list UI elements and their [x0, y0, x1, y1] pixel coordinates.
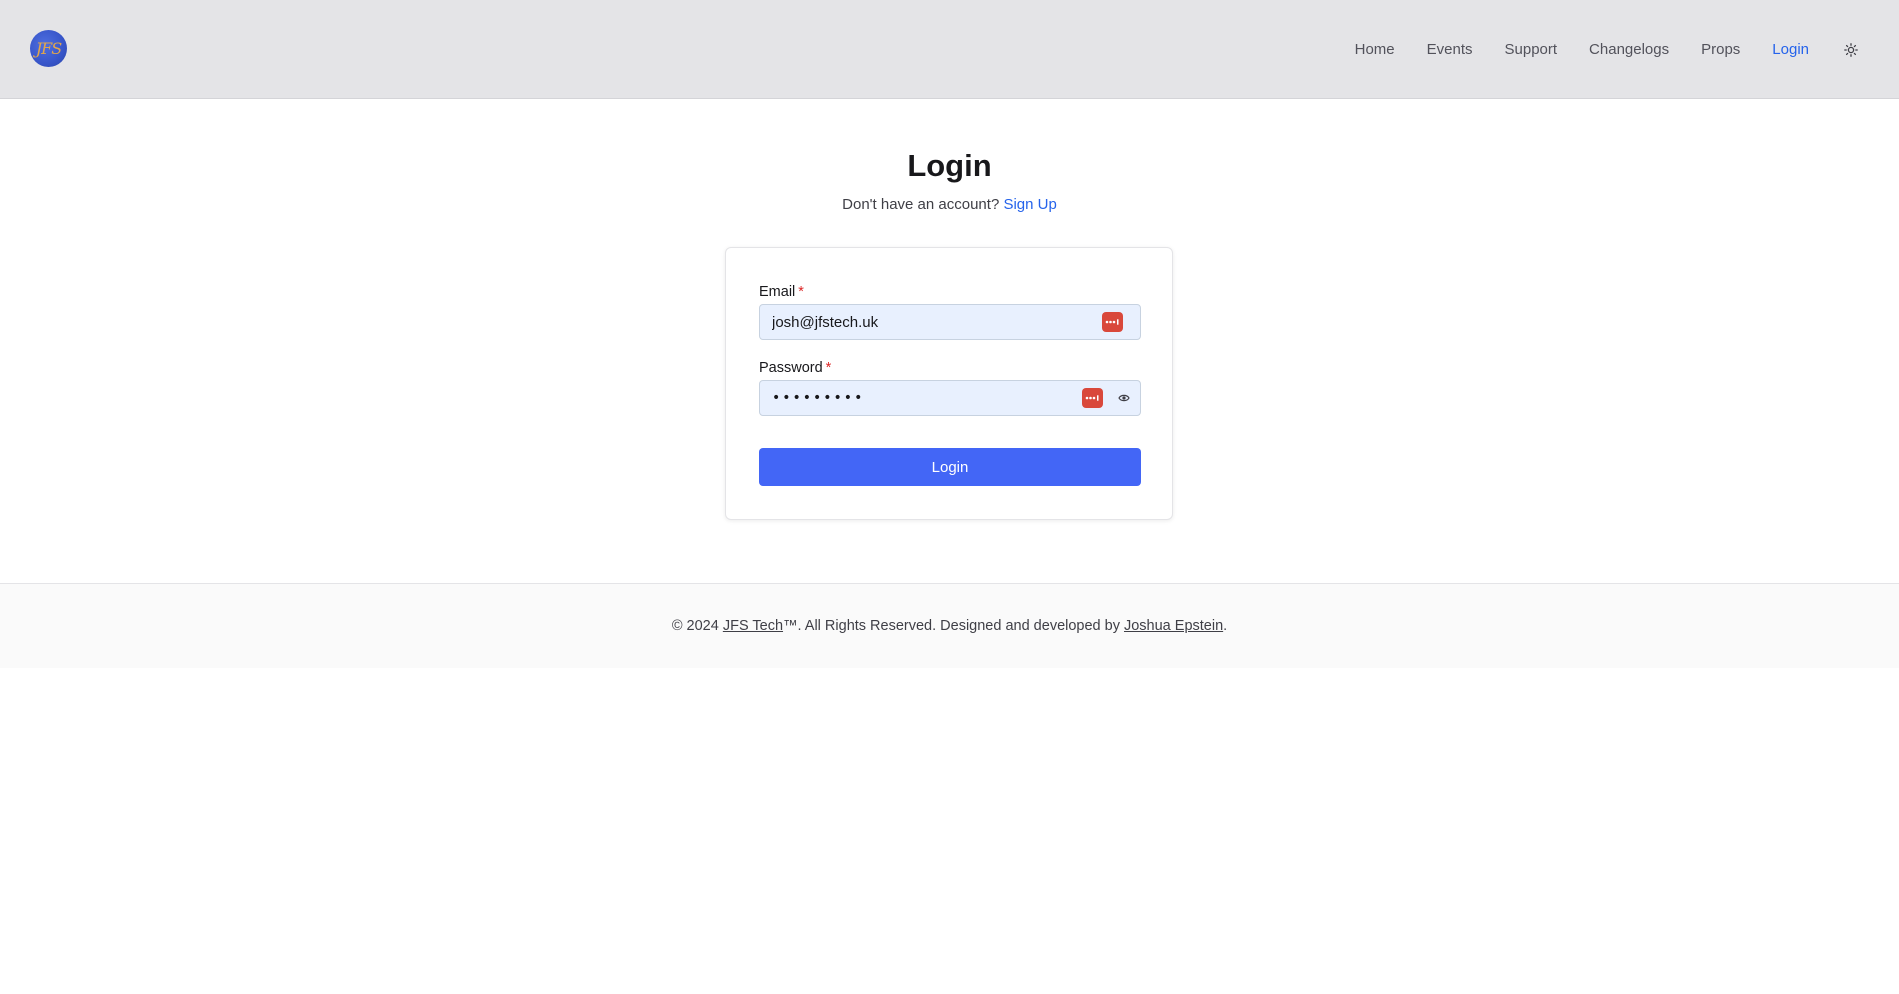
- nav-events[interactable]: Events: [1427, 41, 1473, 58]
- footer-suffix: .: [1223, 618, 1228, 634]
- jfs-logo[interactable]: JFS: [30, 30, 67, 67]
- login-card: Email* Password*: [725, 247, 1173, 520]
- nav-support[interactable]: Support: [1505, 41, 1558, 58]
- email-label-text: Email: [759, 284, 796, 300]
- email-required-marker: *: [798, 284, 804, 300]
- password-manager-icon[interactable]: [1082, 388, 1103, 408]
- email-field[interactable]: [759, 304, 1141, 340]
- nav-home[interactable]: Home: [1355, 41, 1395, 58]
- password-required-marker: *: [825, 360, 832, 376]
- nav-login[interactable]: Login: [1772, 41, 1809, 58]
- site-header: JFS Home Events Support Changelogs Props…: [0, 0, 1899, 99]
- email-label: Email *: [759, 284, 804, 300]
- login-button[interactable]: Login: [759, 448, 1141, 486]
- sun-icon[interactable]: [1843, 42, 1859, 58]
- copyright-text: © 2024: [671, 618, 719, 634]
- page-title: Login: [907, 148, 992, 183]
- password-label: Password *: [759, 360, 831, 376]
- signup-prompt: Don't have an account?: [842, 196, 1000, 213]
- password-label-text: Password: [759, 360, 823, 376]
- site-footer: © 2024 JFS Tech ™. All Rights Reserved. D…: [0, 583, 1899, 668]
- signup-prompt-line: Don't have an account? Sign Up: [0, 196, 1899, 213]
- signup-link[interactable]: Sign Up: [1003, 196, 1056, 213]
- main-nav: Home Events Support Changelogs Props Log…: [1323, 0, 1859, 99]
- logo-text: JFS: [35, 39, 63, 58]
- company-link[interactable]: JFS Tech: [723, 618, 783, 634]
- footer-rights-text: ™. All Rights Reserved. Designed and dev…: [783, 618, 1120, 634]
- eye-icon[interactable]: [1117, 391, 1131, 405]
- author-link[interactable]: Joshua Epstein: [1124, 618, 1223, 634]
- password-manager-icon[interactable]: [1102, 312, 1123, 332]
- nav-props[interactable]: Props: [1701, 41, 1740, 58]
- nav-changelogs[interactable]: Changelogs: [1589, 41, 1669, 58]
- main-content: Login Don't have an account? Sign Up Ema…: [0, 100, 1899, 583]
